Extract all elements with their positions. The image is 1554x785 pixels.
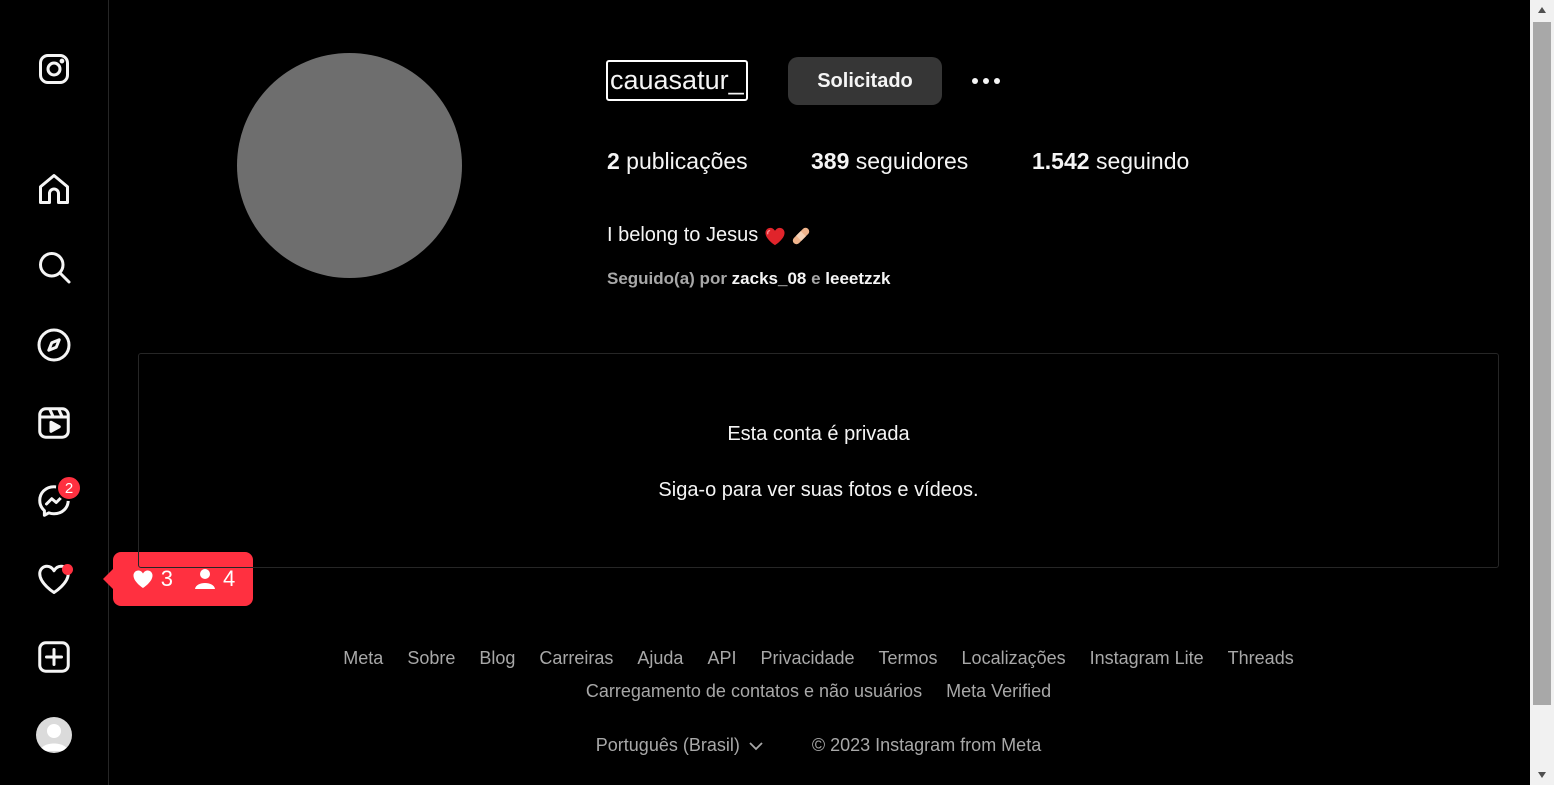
footer-link[interactable]: Blog: [479, 648, 515, 669]
footer-link[interactable]: Instagram Lite: [1090, 648, 1204, 669]
profile-picture[interactable]: [237, 53, 462, 278]
footer-link[interactable]: Meta Verified: [946, 681, 1051, 702]
followed-by-user-link[interactable]: leeetzzk: [825, 269, 890, 288]
footer-bottom: Português (Brasil) © 2023 Instagram from…: [138, 735, 1499, 756]
private-subtitle: Siga-o para ver suas fotos e vídeos.: [658, 479, 979, 501]
profile-avatar[interactable]: [36, 717, 72, 753]
search-icon[interactable]: [28, 241, 80, 293]
scrollbar-thumb[interactable]: [1533, 22, 1551, 705]
footer-link[interactable]: Threads: [1228, 648, 1294, 669]
reels-icon[interactable]: [28, 397, 80, 449]
followers-count: 4: [223, 566, 236, 591]
footer-link[interactable]: Ajuda: [637, 648, 683, 669]
copyright: © 2023 Instagram from Meta: [811, 735, 1042, 755]
footer-link[interactable]: Termos: [879, 648, 938, 669]
instagram-logo-icon[interactable]: [28, 43, 80, 95]
adhesive-bandage-emoji-icon: [793, 227, 810, 244]
language-selector[interactable]: Português (Brasil): [596, 735, 764, 756]
scroll-down-arrow-icon[interactable]: [1530, 765, 1554, 785]
requested-follow-button[interactable]: Solicitado: [788, 57, 942, 105]
heart-icon: [133, 570, 153, 588]
followers-stat[interactable]: 389 seguidores: [811, 148, 1032, 175]
footer-links: Meta Sobre Blog Carreiras Ajuda API Priv…: [138, 648, 1499, 702]
scroll-up-arrow-icon[interactable]: [1530, 0, 1554, 20]
chevron-down-icon: [749, 741, 763, 750]
private-account-notice: Esta conta é privada Siga-o para ver sua…: [138, 353, 1499, 568]
footer-link[interactable]: Carreiras: [539, 648, 613, 669]
red-heart-emoji-icon: [765, 227, 785, 245]
followed-by: Seguido(a) por zacks_08 e leeetzzk: [607, 269, 891, 288]
profile-username: cauasatur_: [606, 60, 748, 101]
person-icon: [195, 569, 215, 589]
notifications-heart-icon[interactable]: [28, 553, 80, 605]
footer-link[interactable]: Privacidade: [760, 648, 854, 669]
more-options-icon[interactable]: [964, 66, 1008, 96]
bio-text: I belong to Jesus: [607, 224, 759, 246]
followers-count-group: 4: [193, 566, 235, 592]
sidebar: 2: [0, 0, 109, 785]
footer-link[interactable]: Sobre: [407, 648, 455, 669]
create-icon[interactable]: [28, 631, 80, 683]
profile-stats: 2 publicações 389 seguidores 1.542 segui…: [607, 148, 1189, 175]
page-scrollbar[interactable]: [1530, 0, 1554, 785]
private-title: Esta conta é privada: [727, 423, 910, 445]
footer-link[interactable]: Carregamento de contatos e não usuários: [586, 681, 922, 702]
footer-link[interactable]: Meta: [343, 648, 383, 669]
profile-bio: I belong to Jesus: [607, 224, 812, 247]
home-icon[interactable]: [28, 163, 80, 215]
likes-count: 3: [160, 566, 173, 591]
messages-badge: 2: [56, 475, 82, 501]
footer-link[interactable]: Localizações: [962, 648, 1066, 669]
footer-link[interactable]: API: [707, 648, 736, 669]
messenger-icon[interactable]: 2: [28, 475, 82, 527]
explore-icon[interactable]: [28, 319, 80, 371]
followed-by-user-link[interactable]: zacks_08: [732, 269, 807, 288]
following-stat[interactable]: 1.542 seguindo: [1032, 148, 1189, 175]
posts-stat: 2 publicações: [607, 148, 748, 174]
notification-dot: [62, 564, 73, 575]
likes-count-group: 3: [131, 566, 173, 592]
